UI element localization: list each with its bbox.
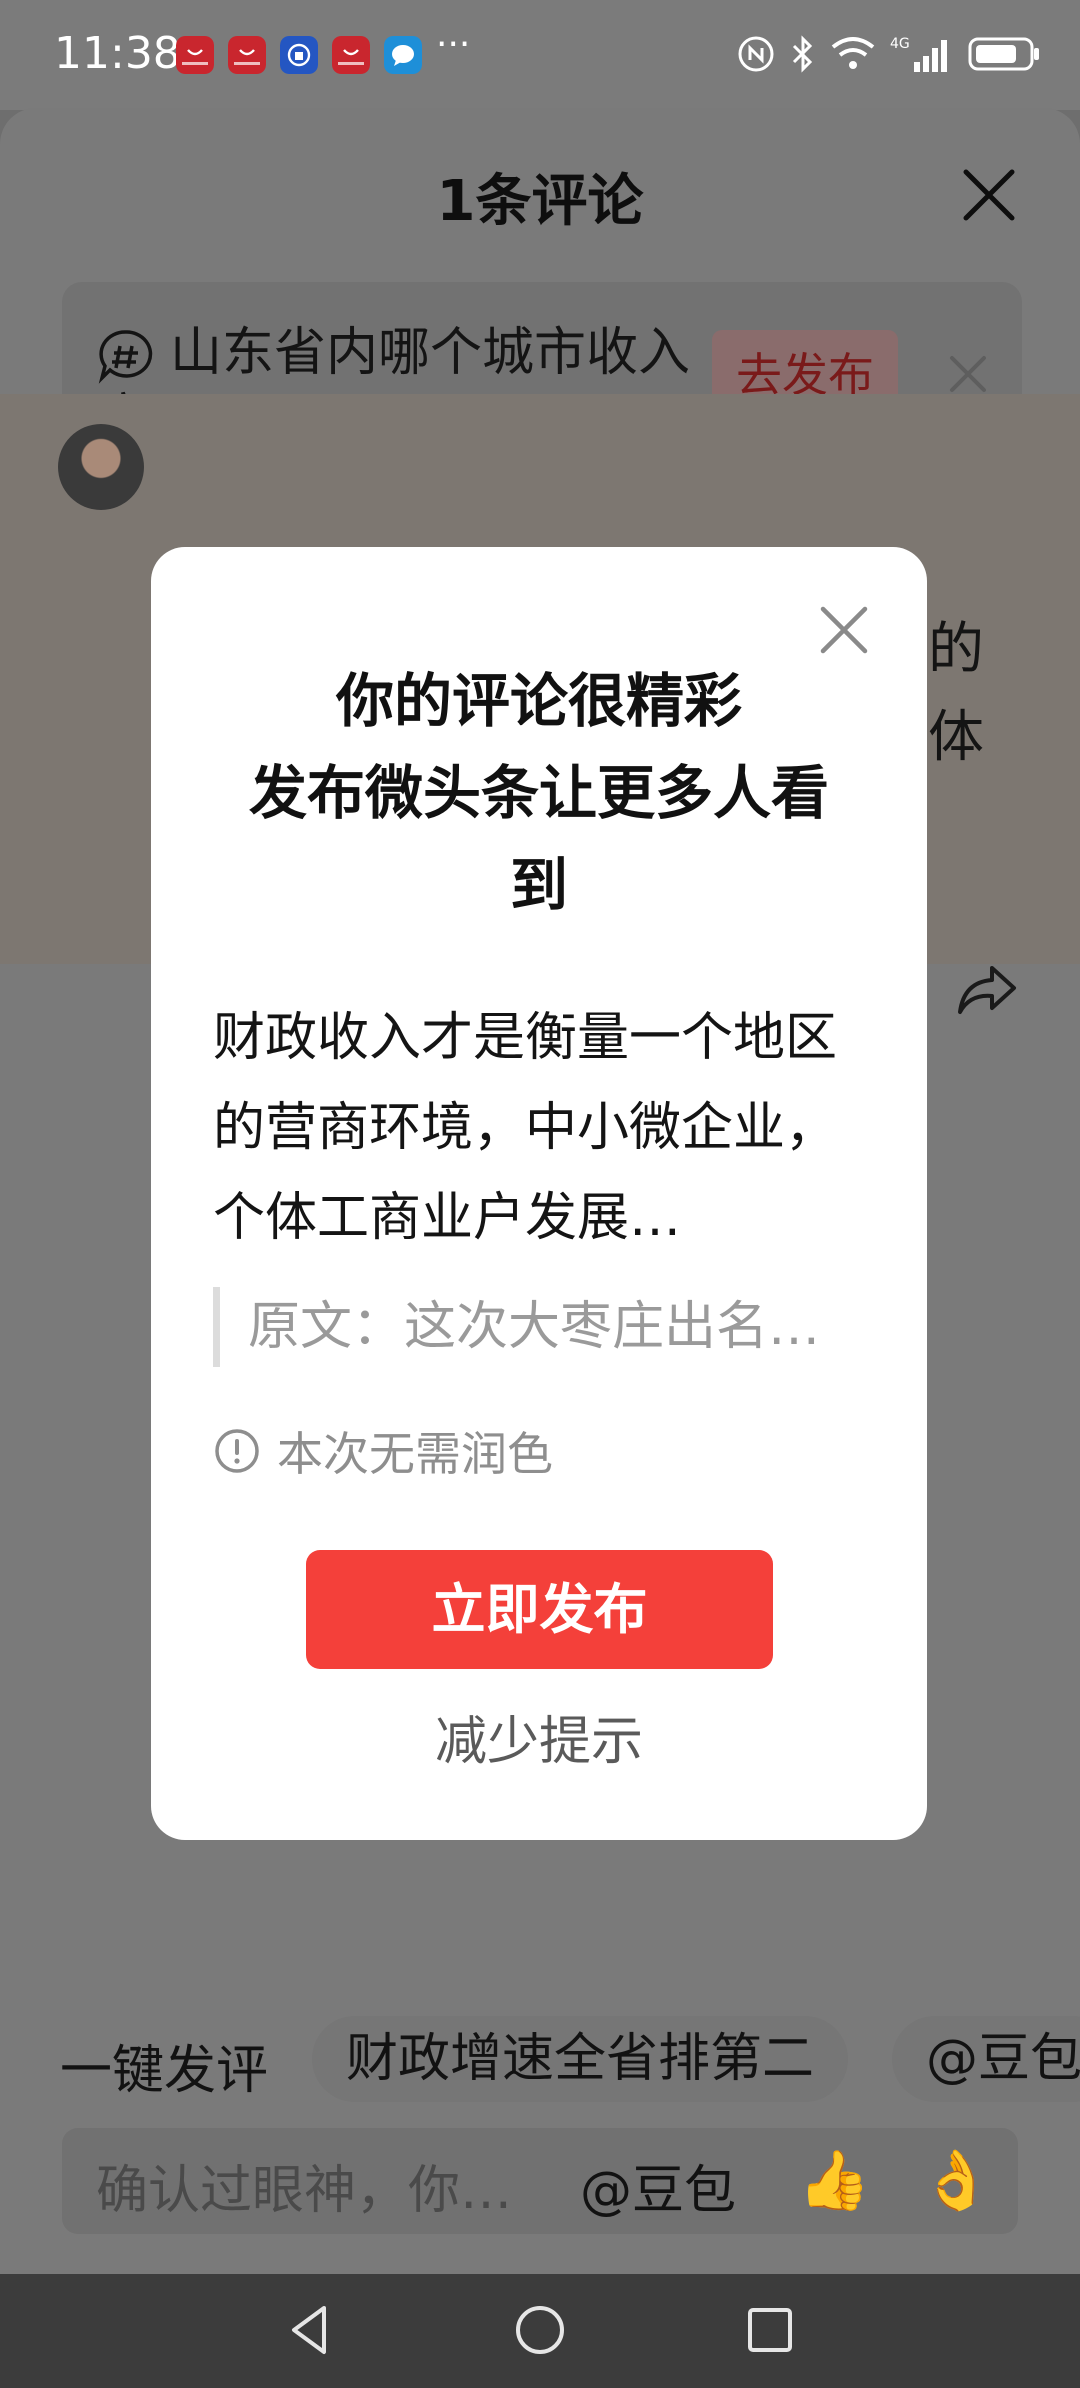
- back-icon[interactable]: [280, 2300, 340, 2360]
- signal-icon: 4G: [890, 36, 947, 72]
- svg-text:4G: 4G: [890, 36, 910, 52]
- comment-input[interactable]: 确认过眼神，你… @豆包 👍 👌: [62, 2128, 1018, 2234]
- quick-comment-chip[interactable]: @豆包: [892, 2016, 1080, 2102]
- nfc-icon: [738, 36, 774, 72]
- mention-doubao-button[interactable]: @豆包: [580, 2148, 736, 2223]
- quick-comment-chip[interactable]: 财政增速全省排第二: [312, 2016, 849, 2102]
- polished-comment-text: 财政收入才是衡量一个地区的营商环境，中小微企业，个体工商业户发展…: [213, 1008, 838, 1248]
- quick-comment-row: 一键发评 财政增速全省排第二 @豆包: [0, 2010, 1080, 2110]
- share-icon[interactable]: [956, 962, 1018, 1018]
- wifi-icon: [831, 37, 875, 69]
- notification-icons: [176, 36, 422, 74]
- publish-now-button[interactable]: 立即发布: [306, 1550, 773, 1669]
- original-comment-quote: 原文：这次大枣庄出名…: [213, 1287, 865, 1367]
- blue-app-icon: [280, 36, 318, 74]
- home-icon[interactable]: [510, 2300, 570, 2360]
- dialog-title-line: 你的评论很精彩: [335, 667, 742, 735]
- close-icon[interactable]: [817, 603, 871, 657]
- polish-notice: 本次无需润色: [213, 1421, 553, 1481]
- status-bar: 11:38 ··· 4G: [0, 0, 1080, 110]
- huawei-store-icon: [228, 36, 266, 74]
- avatar[interactable]: [58, 424, 144, 510]
- huawei-store-icon: [176, 36, 214, 74]
- recents-icon[interactable]: [740, 2300, 800, 2360]
- thumbs-up-emoji[interactable]: 👍: [798, 2146, 870, 2215]
- dismiss-topic-icon[interactable]: [942, 348, 994, 400]
- info-icon: [215, 1429, 259, 1473]
- huawei-store-icon: [332, 36, 370, 74]
- status-time: 11:38: [54, 28, 181, 79]
- dialog-title: 你的评论很精彩 发布微头条让更多人看 到: [191, 655, 887, 931]
- system-nav-bar: [0, 2274, 1080, 2388]
- message-app-icon: [384, 36, 422, 74]
- comment-text-fragment: 体: [928, 705, 984, 770]
- ok-hand-emoji[interactable]: 👌: [920, 2146, 992, 2215]
- bluetooth-icon: [792, 35, 813, 73]
- comment-text-fragment: 的: [928, 617, 984, 682]
- sheet-title: 1条评论: [436, 169, 644, 234]
- dialog-title-line: 到: [509, 851, 568, 919]
- dialog-title-line: 发布微头条让更多人看: [248, 759, 829, 827]
- reduce-prompts-link[interactable]: 减少提示: [151, 1699, 927, 1774]
- quick-comment-label: 一键发评: [60, 2041, 269, 2101]
- publish-dialog: 你的评论很精彩 发布微头条让更多人看 到 财政收入才是衡量一个地区的营商环境，中…: [151, 547, 927, 1840]
- comment-input-placeholder: 确认过眼神，你…: [96, 2161, 513, 2221]
- polish-notice-text: 本次无需润色: [277, 1427, 553, 1481]
- close-icon[interactable]: [960, 166, 1018, 224]
- battery-icon: [968, 37, 1039, 71]
- more-notifications-icon: ···: [436, 24, 471, 65]
- system-indicators: 4G: [736, 34, 1042, 74]
